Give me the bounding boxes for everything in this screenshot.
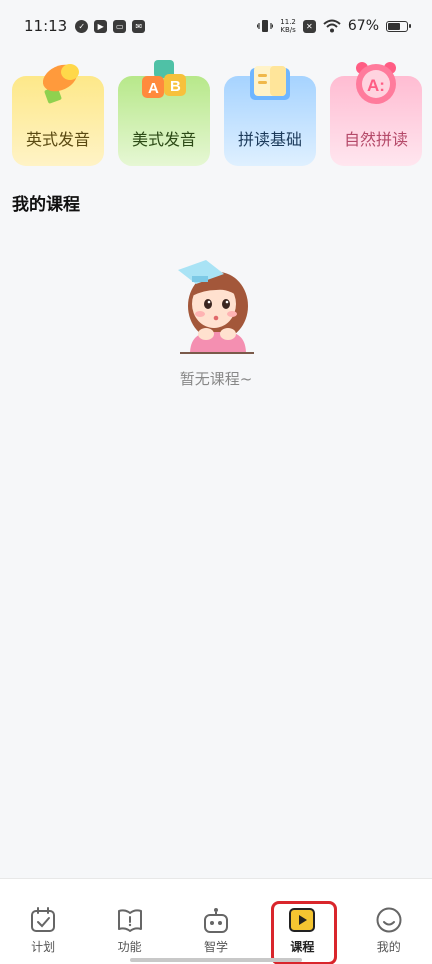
svg-text:A:: A: xyxy=(367,76,385,95)
nav-label: 计划 xyxy=(31,940,56,954)
alarm-clock-icon: A: xyxy=(356,62,396,104)
no-sim-icon: ✕ xyxy=(302,19,316,33)
nav-item-plan[interactable]: 计划 xyxy=(13,907,73,964)
status-left: 11:13 ✓ ▶ ▭ ✉ xyxy=(24,17,146,35)
wifi-icon xyxy=(323,19,341,33)
empty-state: 暂无课程~ xyxy=(0,254,432,389)
section-title: 我的课程 xyxy=(12,195,80,215)
megaphone-icon xyxy=(42,64,79,104)
svg-text:B: B xyxy=(170,78,181,95)
category-label: 拼读基础 xyxy=(237,130,302,149)
robot-icon xyxy=(203,908,228,933)
status-time: 11:13 xyxy=(24,17,68,35)
home-indicator[interactable] xyxy=(130,958,302,962)
category-card-american[interactable]: A B 美式发音 xyxy=(118,60,210,166)
nav-label: 我的 xyxy=(376,940,401,954)
svg-text:A: A xyxy=(148,80,159,97)
category-card-phonics-basics[interactable]: 拼读基础 xyxy=(224,66,316,166)
status-right: 11.2 KB/s ✕ 67% xyxy=(257,18,411,34)
category-cards: 英式发音 A B 美式发音 拼读基础 A: 自然拼读 xyxy=(12,60,432,166)
check-badge-icon: ✓ xyxy=(75,19,89,33)
status-bar: 11:13 ✓ ▶ ▭ ✉ 11.2 KB/s ✕ 67% xyxy=(0,0,432,52)
category-label: 英式发音 xyxy=(25,130,90,149)
category-label: 美式发音 xyxy=(131,130,196,149)
category-card-british[interactable]: 英式发音 xyxy=(12,64,104,166)
battery-icon xyxy=(386,20,411,32)
chat-app-icon: ▭ xyxy=(113,19,127,33)
book-icon xyxy=(250,66,290,100)
battery-percent: 67% xyxy=(347,18,379,34)
girl-thinking-illustration xyxy=(178,260,254,354)
smile-icon xyxy=(376,907,402,933)
nav-item-courses[interactable]: 课程 xyxy=(271,901,338,964)
message-app-icon: ✉ xyxy=(132,19,146,33)
vibrate-icon xyxy=(257,20,274,32)
book-info-icon xyxy=(117,909,142,932)
calendar-check-icon xyxy=(31,907,56,932)
empty-state-text: 暂无课程~ xyxy=(179,370,253,388)
category-label: 自然拼读 xyxy=(343,130,408,149)
play-store-icon: ▶ xyxy=(94,19,108,33)
nav-item-smart-learn[interactable]: 智学 xyxy=(186,907,246,964)
nav-label: 功能 xyxy=(117,940,142,954)
net-speed-unit: KB/s xyxy=(280,26,296,34)
nav-label: 智学 xyxy=(203,940,228,954)
net-speed: 11.2 KB/s xyxy=(280,18,296,34)
net-speed-value: 11.2 xyxy=(280,18,296,26)
nav-item-mine[interactable]: 我的 xyxy=(359,907,419,964)
abc-blocks-icon: A B xyxy=(142,60,186,98)
bottom-nav: 计划 功能 智学 课程 我的 xyxy=(0,878,432,964)
nav-item-features[interactable]: 功能 xyxy=(100,907,160,964)
category-card-natural-phonics[interactable]: A: 自然拼读 xyxy=(330,62,422,166)
nav-highlight xyxy=(271,901,338,964)
